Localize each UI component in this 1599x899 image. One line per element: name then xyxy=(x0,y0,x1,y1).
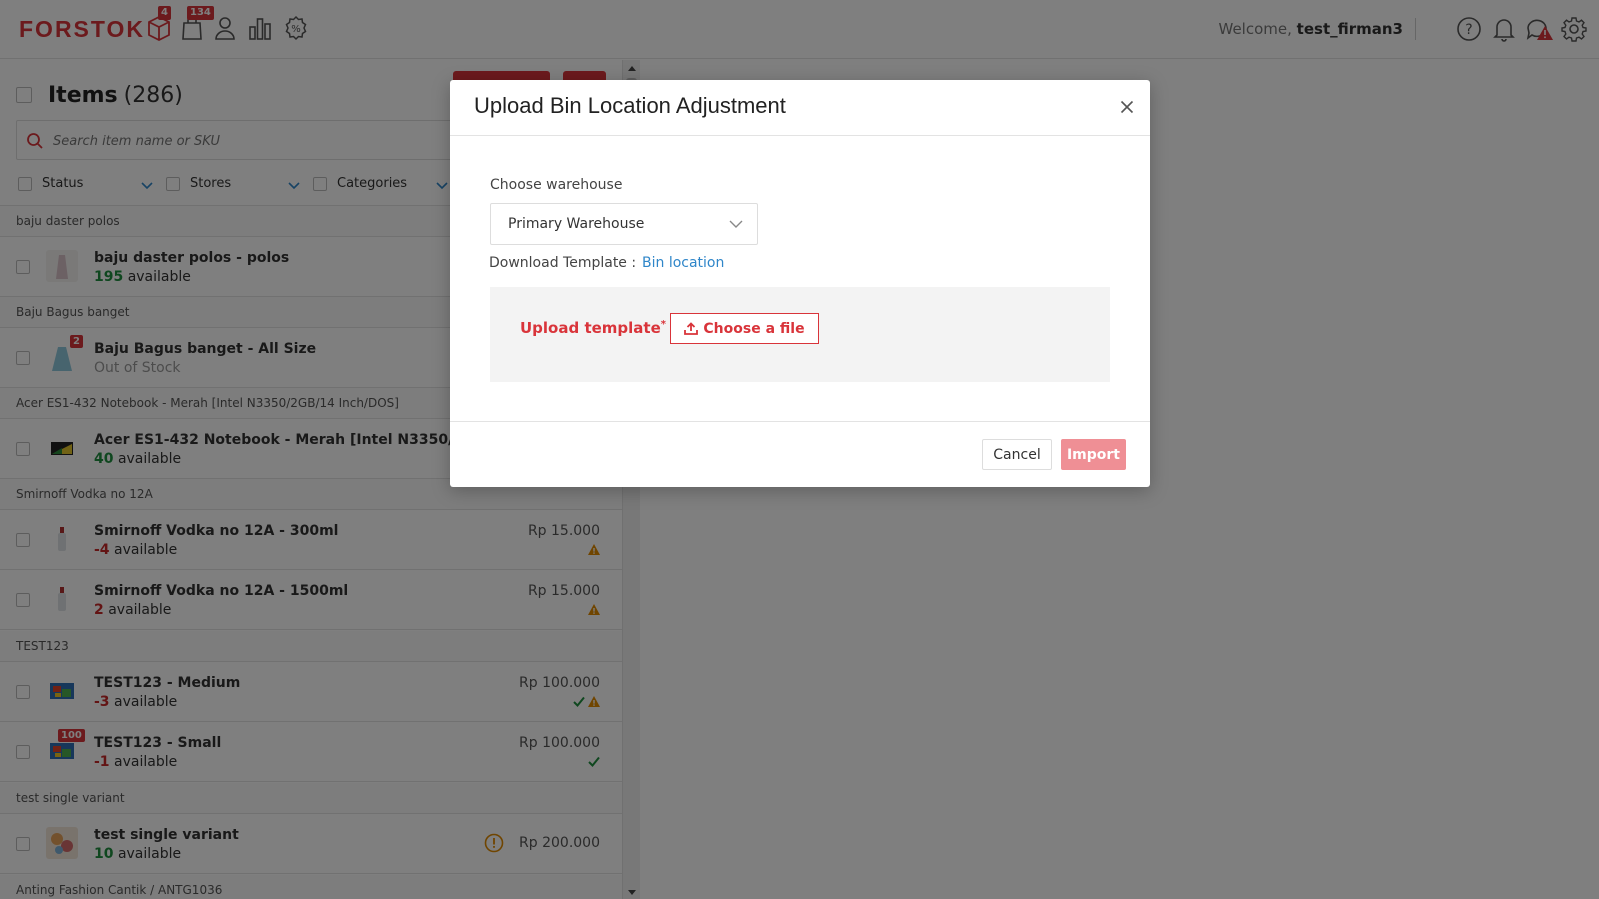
modal-title: Upload Bin Location Adjustment xyxy=(474,93,786,118)
warehouse-label: Choose warehouse xyxy=(490,177,623,193)
choose-file-button[interactable]: Choose a file xyxy=(670,313,819,344)
bin-location-template-link[interactable]: Bin location xyxy=(642,255,724,271)
modal-header: Upload Bin Location Adjustment xyxy=(450,80,1150,136)
choose-file-label: Choose a file xyxy=(703,320,805,337)
cancel-button[interactable]: Cancel xyxy=(982,439,1052,470)
warehouse-selected-value: Primary Warehouse xyxy=(508,216,645,232)
close-button[interactable] xyxy=(1116,96,1138,118)
modal-footer: Cancel Import xyxy=(450,421,1150,487)
import-button[interactable]: Import xyxy=(1061,439,1126,470)
download-template-label: Download Template : xyxy=(489,255,637,271)
warehouse-select[interactable]: Primary Warehouse xyxy=(490,203,758,245)
upload-template-text: Upload template xyxy=(520,319,661,337)
upload-bin-location-modal: Upload Bin Location Adjustment Choose wa… xyxy=(450,80,1150,487)
close-icon xyxy=(1120,100,1134,114)
upload-area: Upload template* Choose a file xyxy=(490,287,1110,382)
required-mark: * xyxy=(660,319,666,330)
upload-template-label: Upload template* xyxy=(520,319,666,337)
upload-icon xyxy=(684,322,699,335)
chevron-down-icon xyxy=(729,220,743,228)
